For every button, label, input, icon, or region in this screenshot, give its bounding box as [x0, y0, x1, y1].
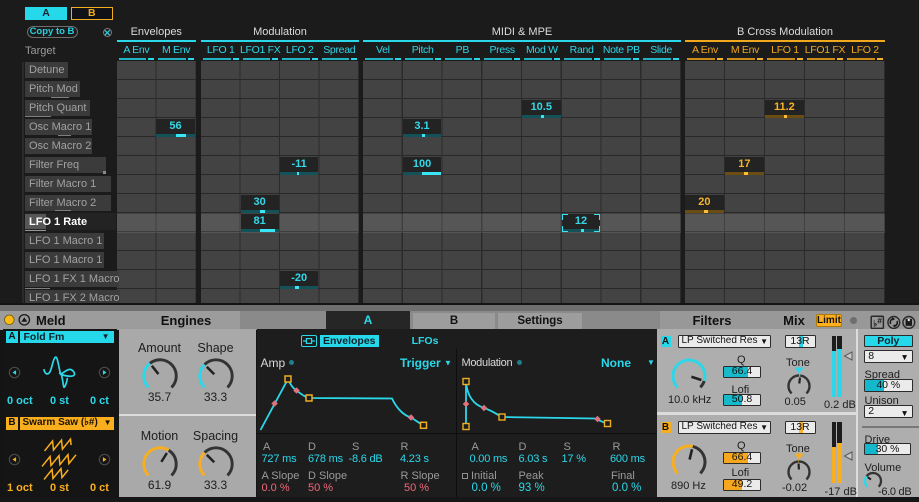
svg-text:#: #: [877, 315, 882, 325]
